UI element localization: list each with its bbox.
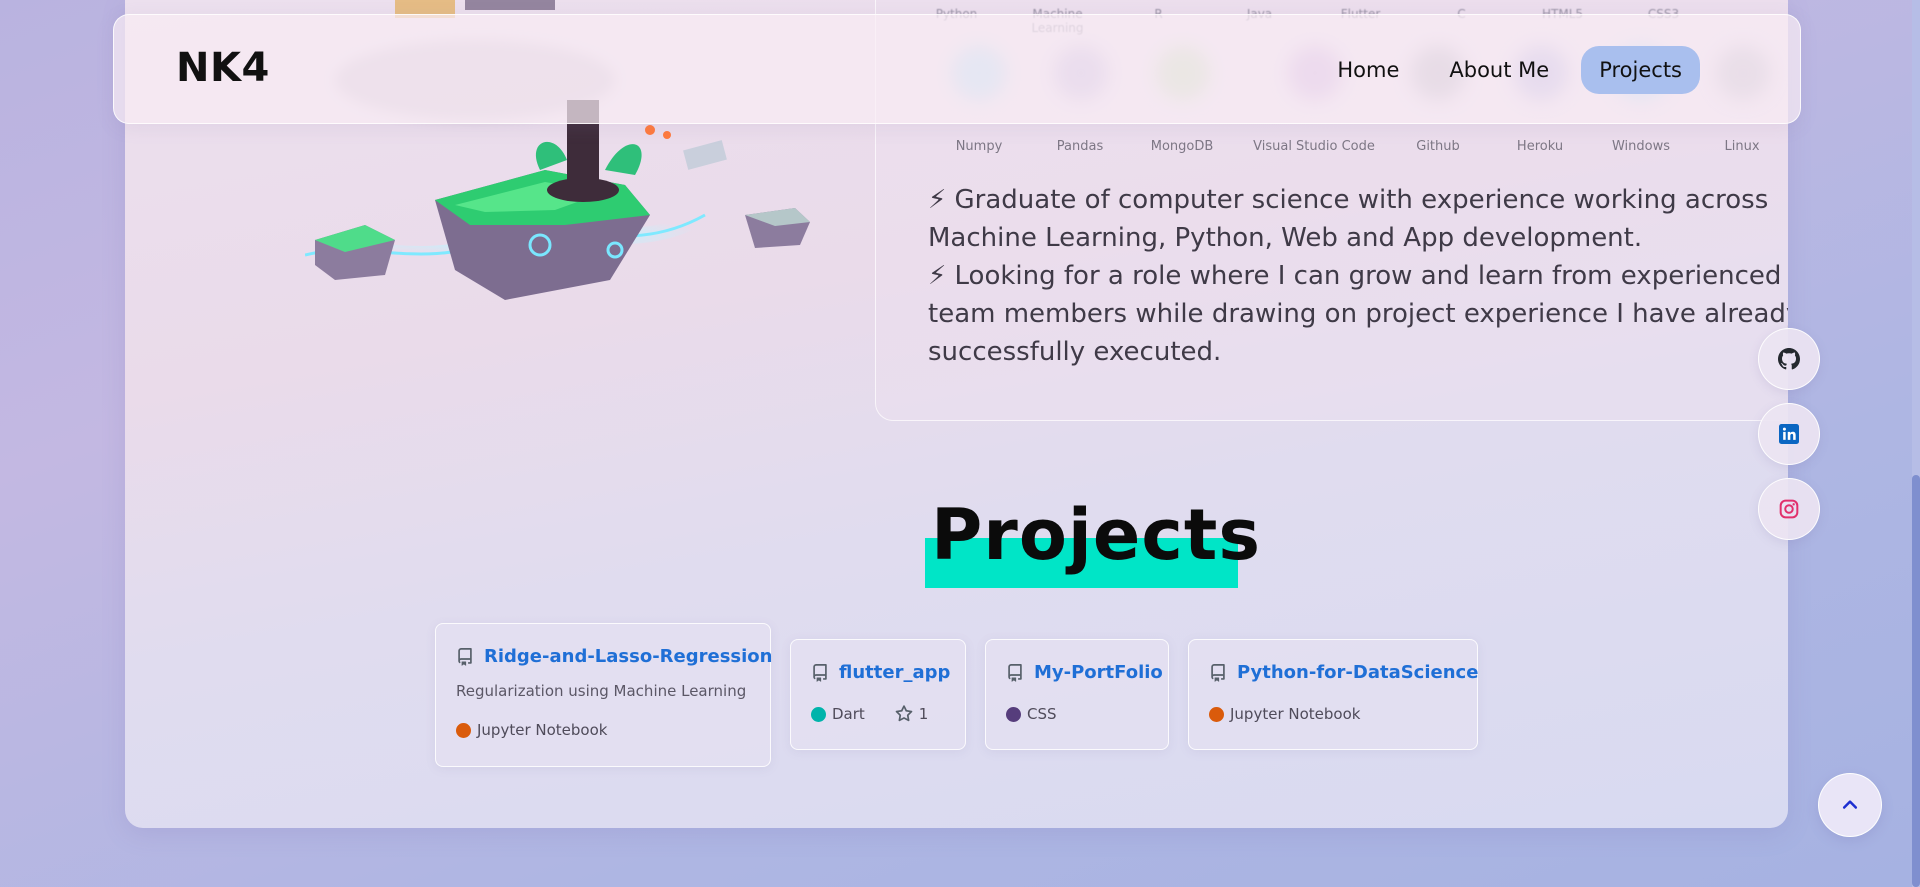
nav-projects[interactable]: Projects <box>1581 46 1700 94</box>
language-color-dot <box>1006 706 1021 722</box>
repo-icon <box>458 647 472 666</box>
linkedin-social-button[interactable] <box>1758 403 1820 465</box>
repo-icon <box>1008 663 1022 682</box>
repo-name-link[interactable]: Python-for-DataScience <box>1237 662 1478 683</box>
skill-names-row: Numpy Pandas MongoDB Visual Studio Code … <box>906 139 1788 159</box>
github-icon <box>1778 348 1800 370</box>
nav-home[interactable]: Home <box>1319 46 1417 94</box>
about-line: ⚡ Looking for a role where I can grow an… <box>928 261 1782 291</box>
language-color-dot <box>811 706 826 722</box>
repo-card[interactable]: My-PortFolio CSS <box>985 639 1169 750</box>
skill-name: Linux <box>1724 139 1760 154</box>
main-nav: Home About Me Projects <box>1319 46 1700 94</box>
back-to-top-button[interactable] <box>1818 773 1882 837</box>
about-line: ⚡ Graduate of computer science with expe… <box>928 185 1769 215</box>
skill-name: Visual Studio Code <box>1253 139 1375 154</box>
about-line: Machine Learning, Python, Web and App de… <box>928 223 1643 253</box>
repo-icon <box>1211 663 1225 682</box>
site-header: NK4 Home About Me Projects <box>113 14 1801 124</box>
repo-meta: Jupyter Notebook <box>456 721 607 739</box>
instagram-icon <box>1779 499 1799 519</box>
skill-name: Github <box>1416 139 1460 154</box>
projects-title: Projects <box>931 494 1262 576</box>
skill-name: Windows <box>1611 139 1671 154</box>
chevron-up-icon <box>1842 800 1858 809</box>
repo-card[interactable]: flutter_app Dart 1 <box>790 639 966 750</box>
skill-name: Numpy <box>955 139 1003 154</box>
repo-name-link[interactable]: flutter_app <box>839 662 950 683</box>
language-color-dot <box>456 722 471 738</box>
skill-name: MongoDB <box>1150 139 1214 154</box>
repo-language: Jupyter Notebook <box>1230 705 1361 723</box>
site-logo[interactable]: NK4 <box>176 45 270 91</box>
scrollbar-thumb[interactable] <box>1912 475 1920 887</box>
repo-name-link[interactable]: Ridge-and-Lasso-Regression <box>484 646 773 667</box>
instagram-social-button[interactable] <box>1758 478 1820 540</box>
github-social-button[interactable] <box>1758 328 1820 390</box>
repo-meta: Dart 1 <box>811 705 928 723</box>
repo-icon <box>813 663 827 682</box>
repo-meta: CSS <box>1006 705 1057 723</box>
about-text: ⚡ Graduate of computer science with expe… <box>928 181 1788 371</box>
projects-heading: Projects <box>925 494 1260 588</box>
skill-name: Pandas <box>1056 139 1104 154</box>
skill-name: Heroku <box>1516 139 1564 154</box>
about-line: successfully executed. <box>928 337 1222 367</box>
star-icon <box>895 705 913 722</box>
repo-language: Jupyter Notebook <box>477 721 608 739</box>
repo-language: CSS <box>1027 705 1057 723</box>
main-panel: Python Machine Learning R Java Flutter C… <box>125 0 1788 828</box>
repo-star-count: 1 <box>918 705 929 723</box>
repo-card[interactable]: Ridge-and-Lasso-Regression Regularizatio… <box>435 623 773 767</box>
linkedin-icon <box>1779 424 1799 444</box>
repo-language: Dart <box>832 705 865 723</box>
repo-name-link[interactable]: My-PortFolio <box>1034 662 1163 683</box>
repo-card[interactable]: Python-for-DataScience Jupyter Notebook <box>1188 639 1478 750</box>
nav-about-me[interactable]: About Me <box>1431 46 1567 94</box>
about-line: team members while drawing on project ex… <box>928 299 1788 329</box>
repo-description: Regularization using Machine Learning <box>456 682 747 700</box>
language-color-dot <box>1209 706 1224 722</box>
repo-meta: Jupyter Notebook <box>1209 705 1360 723</box>
